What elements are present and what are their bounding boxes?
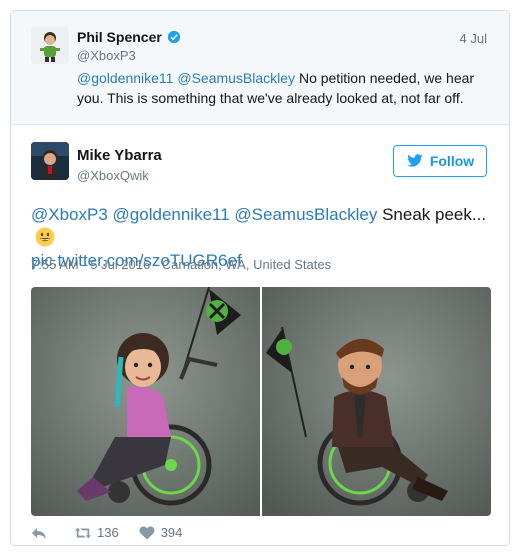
author-name[interactable]: Mike Ybarra: [77, 147, 162, 164]
retweet-icon: [75, 527, 91, 538]
grinning-face-emoji: [35, 227, 55, 247]
author-name[interactable]: Phil Spencer: [77, 29, 181, 45]
main-tweet: Mike Ybarra @XboxQwik Follow @XboxP3 @go…: [11, 124, 509, 545]
media-gallery[interactable]: [31, 287, 491, 516]
tweet-text: @goldennike11 @SeamusBlackley No petitio…: [77, 68, 492, 108]
retweet-button[interactable]: 136: [75, 525, 119, 540]
media-image[interactable]: [262, 287, 491, 516]
mention-link[interactable]: @SeamusBlackley: [234, 205, 377, 224]
mention-link[interactable]: @goldennike11: [77, 70, 173, 86]
author-handle[interactable]: @XboxQwik: [77, 168, 149, 183]
follow-label: Follow: [429, 153, 475, 169]
verified-badge-icon: [167, 30, 180, 44]
reply-icon: [32, 527, 46, 539]
media-image[interactable]: [31, 287, 260, 516]
follow-bird-icon: [407, 154, 423, 167]
avatar[interactable]: [31, 142, 69, 180]
tweet-date[interactable]: 4 Jul: [460, 31, 487, 46]
mention-link[interactable]: @goldennike11: [113, 205, 230, 224]
like-count: 394: [160, 525, 183, 540]
tweet-embed: Phil Spencer @XboxP3 4 Jul @goldennike11…: [10, 10, 510, 546]
like-button[interactable]: 394: [139, 525, 183, 540]
author-handle[interactable]: @XboxP3: [77, 48, 136, 63]
avatar[interactable]: [31, 26, 69, 64]
tweet-body: Sneak peek...: [382, 205, 487, 224]
tweet-timestamp-location[interactable]: 7:55 AM - 5 Jul 2016 · Carnation, WA, Un…: [31, 257, 331, 272]
reply-button[interactable]: [31, 526, 47, 540]
mention-link[interactable]: @XboxP3: [31, 205, 108, 224]
mention-link[interactable]: @SeamusBlackley: [177, 70, 295, 86]
retweet-count: 136: [97, 525, 119, 540]
follow-button[interactable]: Follow: [393, 145, 487, 177]
parent-tweet[interactable]: Phil Spencer @XboxP3 4 Jul @goldennike11…: [11, 11, 509, 123]
tweet-actions: 136 394: [31, 525, 182, 540]
heart-icon: [139, 526, 155, 539]
